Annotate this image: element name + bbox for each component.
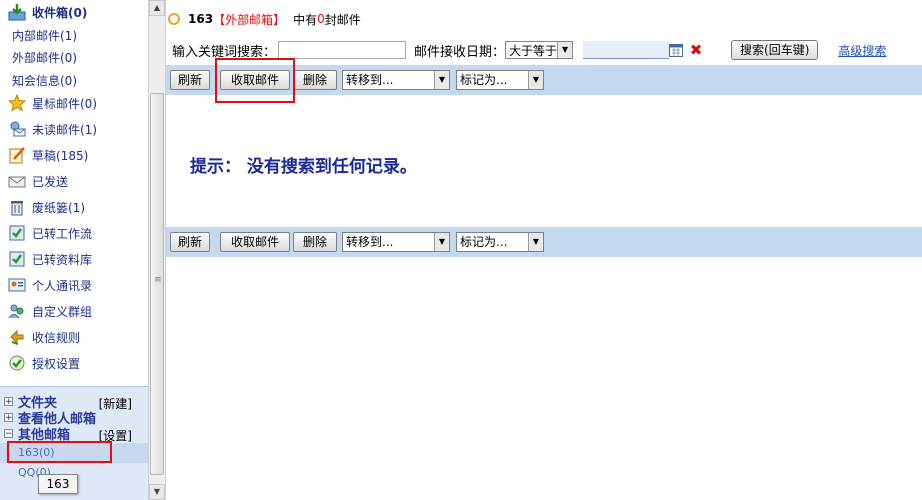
- nav-label: 未读邮件(1): [32, 122, 97, 137]
- account-item-163[interactable]: 163(0): [0, 443, 148, 463]
- sidebar-item-drafts[interactable]: 草稿(185): [8, 144, 88, 166]
- nav-label: 自定义群组: [32, 304, 93, 319]
- dropdown-arrow-icon[interactable]: ▼: [434, 233, 449, 251]
- count-suffix: 封邮件: [324, 12, 361, 27]
- bottom-toolbar: 刷新 收取邮件 删除 转移到... ▼ 标记为... ▼: [166, 227, 922, 257]
- count-prefix: 中有: [293, 12, 318, 27]
- external-settings-link[interactable]: [设置]: [99, 427, 132, 444]
- clear-date-icon[interactable]: ✖: [689, 41, 703, 59]
- group-icon: [8, 304, 24, 319]
- mark-as-value: 标记为...: [460, 235, 508, 249]
- account-tooltip: 163: [38, 474, 78, 494]
- nav-label: 授权设置: [32, 356, 81, 371]
- top-toolbar: 刷新 收取邮件 删除 转移到... ▼ 标记为... ▼: [166, 65, 922, 95]
- date-operator-value: 大于等于: [509, 43, 558, 58]
- sidebar-item-external-mail[interactable]: 外部邮件(0): [12, 50, 77, 66]
- move-to-select[interactable]: 转移到... ▼: [342, 70, 450, 90]
- nav-label: 已发送: [32, 174, 69, 189]
- mailbox-status-icon: [168, 13, 180, 25]
- sidebar-item-inbox[interactable]: 收件箱(0): [8, 3, 87, 21]
- inbox-icon: [8, 4, 26, 21]
- dropdown-arrow-icon[interactable]: ▼: [528, 233, 543, 251]
- sidebar-item-workflow[interactable]: 已转工作流: [8, 222, 92, 244]
- dropdown-arrow-icon[interactable]: ▼: [528, 71, 543, 89]
- tree-item-external-mailbox[interactable]: − 其他邮箱: [4, 425, 70, 443]
- delete-button[interactable]: 删除: [293, 232, 337, 252]
- star-icon: [8, 94, 26, 112]
- calendar-icon[interactable]: [669, 43, 684, 57]
- fetch-mail-button[interactable]: 收取邮件: [220, 70, 290, 90]
- nav-label: 草稿(185): [32, 148, 89, 163]
- mail-sidebar: 收件箱(0) 内部邮件(1) 外部邮件(0) 知会信息(0) 星标邮件(0) 未…: [0, 0, 149, 500]
- advanced-search-link[interactable]: 高级搜索: [838, 42, 886, 59]
- nav-label: 废纸篓(1): [32, 200, 85, 215]
- move-to-value: 转移到...: [346, 235, 394, 249]
- delete-button[interactable]: 删除: [293, 70, 337, 90]
- authorize-icon: [9, 355, 25, 371]
- mailbox-title: 163 【外部邮箱】 中有 0 封邮件: [168, 10, 361, 28]
- new-folder-link[interactable]: [新建]: [99, 395, 132, 412]
- expand-icon[interactable]: +: [4, 396, 13, 406]
- nav-label: 个人通讯录: [32, 278, 93, 293]
- mail-count: 0: [317, 12, 325, 26]
- contacts-icon: [8, 278, 26, 292]
- grip-icon: ≡: [154, 275, 162, 285]
- inbox-label: 收件箱(0): [32, 5, 88, 20]
- account-name: 163: [188, 12, 214, 26]
- refresh-button[interactable]: 刷新: [170, 70, 210, 90]
- library-icon: [9, 251, 25, 267]
- account-type: 【外部邮箱】: [213, 12, 286, 27]
- scroll-thumb[interactable]: ≡: [150, 93, 164, 475]
- sidebar-item-contacts[interactable]: 个人通讯录: [8, 274, 92, 296]
- rules-icon: [10, 329, 24, 345]
- nav-label: 已转资料库: [32, 252, 93, 267]
- search-button[interactable]: 搜索(回车键): [731, 40, 819, 60]
- mark-as-select[interactable]: 标记为... ▼: [456, 70, 544, 90]
- sidebar-scrollbar[interactable]: ▲ ≡ ▼: [149, 0, 166, 500]
- search-bar: 输入关键词搜索： 邮件接收日期： 大于等于 ▼ ✖ 搜索(回车键) 高级搜索: [172, 39, 886, 61]
- sidebar-item-trash[interactable]: 废纸篓(1): [8, 196, 85, 218]
- nav-label: 已转工作流: [32, 226, 93, 241]
- expand-icon[interactable]: +: [4, 412, 13, 422]
- mail-list-panel: 163 【外部邮箱】 中有 0 封邮件 输入关键词搜索： 邮件接收日期： 大于等于 …: [166, 0, 922, 500]
- sidebar-item-unread[interactable]: 未读邮件(1): [8, 118, 97, 140]
- keyword-input[interactable]: [278, 41, 407, 59]
- workflow-icon: [9, 225, 25, 241]
- sidebar-item-authorize[interactable]: 授权设置: [8, 352, 80, 374]
- sent-icon: [8, 176, 26, 188]
- mark-as-select[interactable]: 标记为... ▼: [456, 232, 544, 252]
- move-to-select[interactable]: 转移到... ▼: [342, 232, 450, 252]
- dropdown-arrow-icon[interactable]: ▼: [557, 42, 573, 58]
- date-input[interactable]: [583, 41, 670, 59]
- refresh-button[interactable]: 刷新: [170, 232, 210, 252]
- trash-icon: [11, 201, 23, 216]
- draft-icon: [9, 147, 25, 164]
- unread-mail-icon: [10, 121, 26, 137]
- empty-result-notice: 提示： 没有搜索到任何记录。: [190, 157, 417, 177]
- sidebar-item-sent[interactable]: 已发送: [8, 170, 68, 192]
- move-to-value: 转移到...: [346, 73, 394, 87]
- dropdown-arrow-icon[interactable]: ▼: [434, 71, 449, 89]
- nav-label: 收信规则: [32, 330, 81, 345]
- mark-as-value: 标记为...: [460, 73, 508, 87]
- fetch-mail-button[interactable]: 收取邮件: [220, 232, 290, 252]
- scroll-down-icon[interactable]: ▼: [149, 484, 165, 500]
- sidebar-item-starred[interactable]: 星标邮件(0): [8, 92, 97, 114]
- nav-label: 星标邮件(0): [32, 96, 97, 111]
- date-operator-select[interactable]: 大于等于 ▼: [505, 41, 574, 59]
- sidebar-item-rules[interactable]: 收信规则: [8, 326, 80, 348]
- collapse-icon[interactable]: −: [4, 428, 13, 438]
- scroll-up-icon[interactable]: ▲: [149, 0, 165, 16]
- sidebar-item-library[interactable]: 已转资料库: [8, 248, 92, 270]
- keyword-label: 输入关键词搜索：: [172, 44, 277, 60]
- sidebar-item-notice-info[interactable]: 知会信息(0): [12, 73, 77, 89]
- date-label: 邮件接收日期：: [414, 44, 506, 60]
- sidebar-item-internal-mail[interactable]: 内部邮件(1): [12, 28, 77, 44]
- sidebar-item-groups[interactable]: 自定义群组: [8, 300, 92, 322]
